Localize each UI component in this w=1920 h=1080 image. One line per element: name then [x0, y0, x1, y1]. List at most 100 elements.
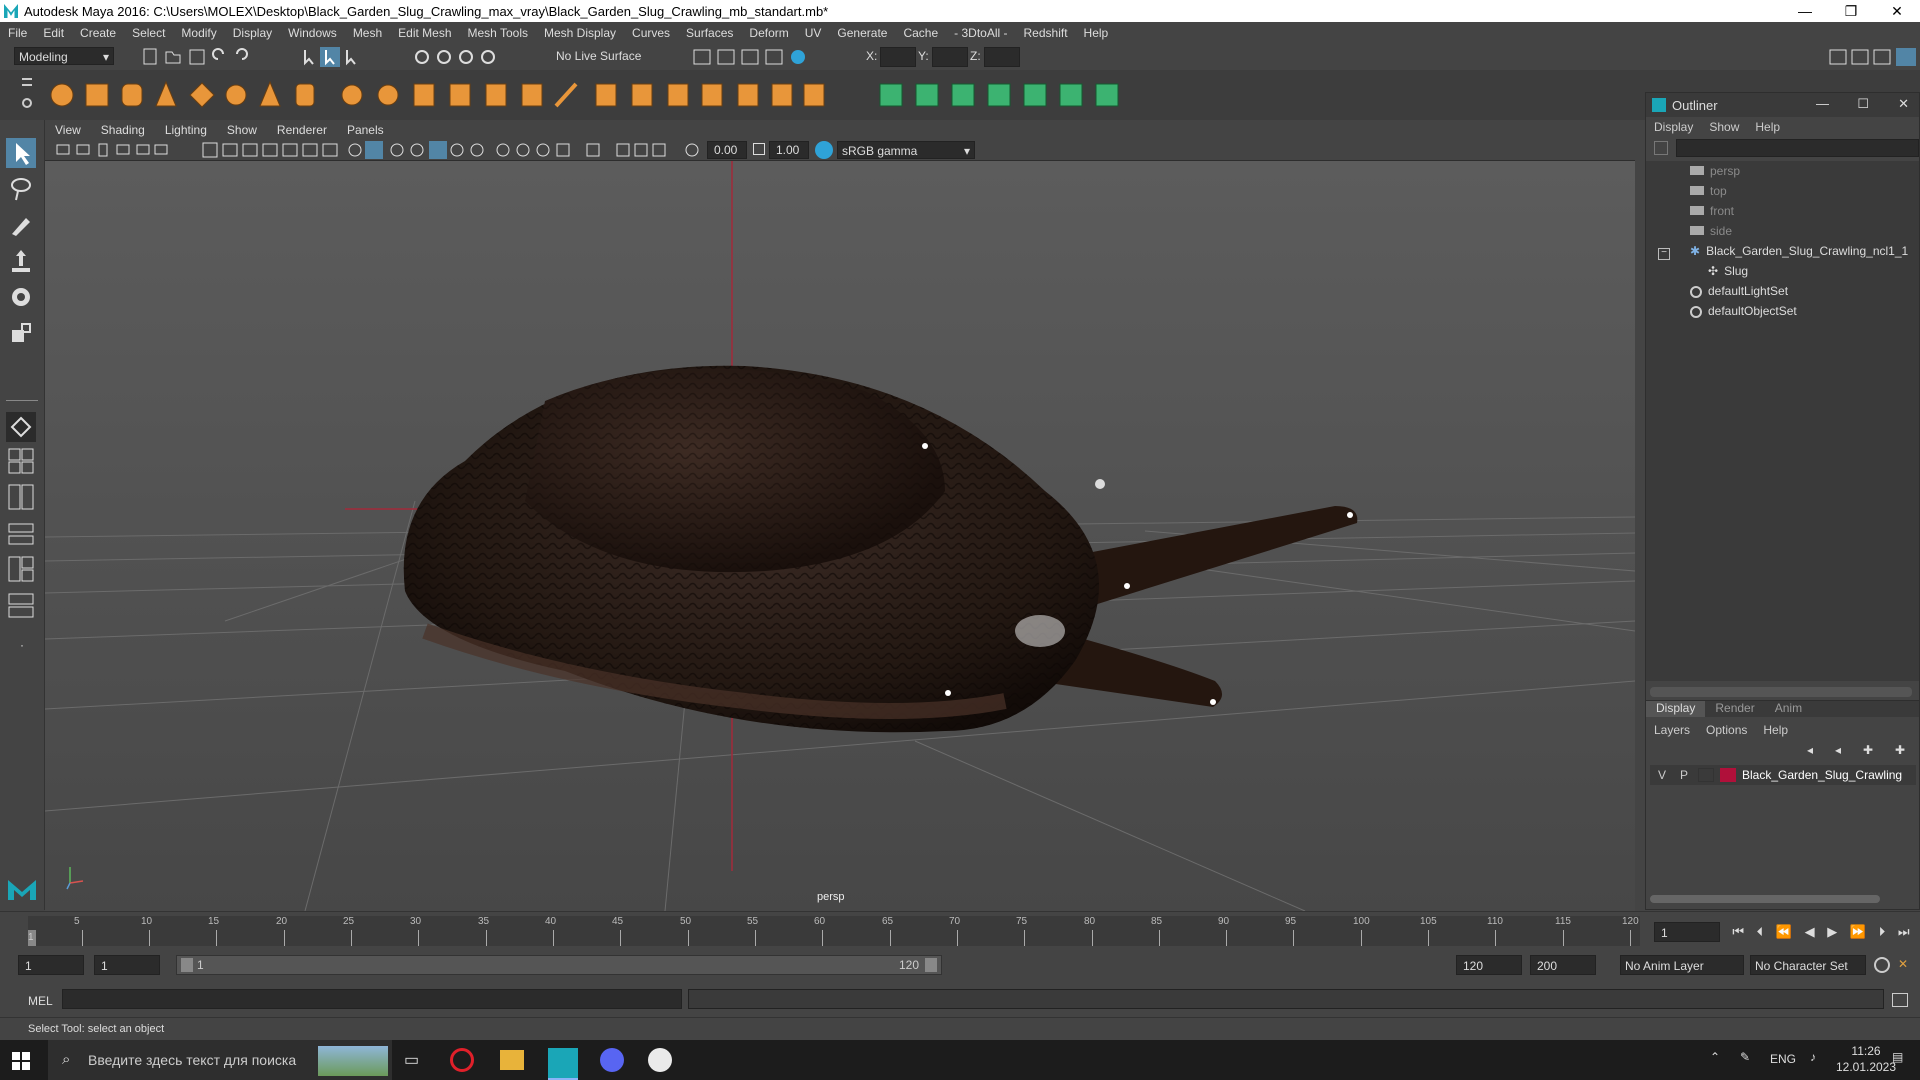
menu-select[interactable]: Select	[124, 26, 173, 40]
outliner-scrollbar[interactable]	[1650, 687, 1912, 697]
chevron-up-icon[interactable]: ⌃	[1710, 1050, 1720, 1064]
command-language-label[interactable]: MEL	[28, 994, 53, 1008]
step-back-key-icon[interactable]: ⏪	[1776, 924, 1792, 940]
view-transform-select[interactable]: sRGB gamma ▾	[837, 141, 975, 159]
statusline-icons[interactable]	[140, 47, 540, 67]
playback-end-field[interactable]: 120	[1456, 955, 1522, 975]
outliner-close-button[interactable]: ✕	[1898, 96, 1909, 112]
menu-mesh-tools[interactable]: Mesh Tools	[460, 26, 536, 40]
scale-tool-button[interactable]	[6, 318, 36, 348]
new-layer-selected-icon[interactable]: ✚	[1895, 743, 1905, 759]
viewport-menu-shading[interactable]: Shading	[91, 123, 155, 137]
menu-cache[interactable]: Cache	[895, 26, 946, 40]
notifications-icon[interactable]: ▤	[1892, 1050, 1903, 1064]
script-editor-icon[interactable]	[1892, 993, 1908, 1007]
clock-time[interactable]: 11:26	[1836, 1044, 1896, 1058]
go-to-start-icon[interactable]: ⏮	[1732, 924, 1744, 940]
outliner-item-slug-group[interactable]: − ✱ Black_Garden_Slug_Crawling_ncl1_1	[1658, 241, 1908, 261]
single-perspective-layout-button[interactable]	[6, 412, 36, 442]
layer-menu-help[interactable]: Help	[1755, 723, 1796, 737]
four-view-layout-button[interactable]	[6, 446, 36, 476]
menu-file[interactable]: File	[0, 26, 35, 40]
collapse-icon[interactable]: −	[1658, 248, 1670, 260]
task-view-icon[interactable]: ▭	[404, 1050, 424, 1070]
panel-toggle-icons[interactable]	[1826, 47, 1920, 67]
animation-start-field[interactable]: 1	[18, 955, 84, 975]
menu-uv[interactable]: UV	[797, 26, 830, 40]
close-button[interactable]: ✕	[1874, 0, 1920, 22]
maya-app-icon[interactable]	[548, 1048, 578, 1080]
volume-icon[interactable]: ♪	[1810, 1050, 1816, 1064]
outliner-maximize-button[interactable]: ☐	[1857, 96, 1869, 112]
menu-curves[interactable]: Curves	[624, 26, 678, 40]
exposure-field[interactable]: 0.00	[707, 141, 747, 159]
outliner-item-persp[interactable]: persp	[1690, 161, 1740, 181]
menu-windows[interactable]: Windows	[280, 26, 345, 40]
live-surface-label[interactable]: No Live Surface	[556, 49, 641, 63]
time-slider[interactable]: 1 5 10 15 20 25 30 35 40 45 50 55 60 65 70 75 80 85 90 95 1…	[0, 911, 1920, 949]
restore-button[interactable]: ❐	[1828, 0, 1874, 22]
menu-mesh[interactable]: Mesh	[345, 26, 390, 40]
layer-menu-options[interactable]: Options	[1698, 723, 1755, 737]
viewport-menu-renderer[interactable]: Renderer	[267, 123, 337, 137]
viewport-menu-panels[interactable]: Panels	[337, 123, 394, 137]
range-bar[interactable]: 1 120	[176, 955, 942, 975]
outliner-search-input[interactable]	[1676, 139, 1919, 157]
menu-edit-mesh[interactable]: Edit Mesh	[390, 26, 459, 40]
viewport-menu-show[interactable]: Show	[217, 123, 267, 137]
outliner-item-top[interactable]: top	[1690, 181, 1727, 201]
rotate-tool-button[interactable]	[6, 282, 36, 312]
y-field[interactable]	[932, 47, 968, 67]
lasso-tool-button[interactable]	[6, 174, 36, 204]
step-forward-icon[interactable]: ⏵	[1879, 924, 1886, 940]
play-forwards-icon[interactable]: ▶	[1827, 924, 1837, 940]
play-backwards-icon[interactable]: ◀	[1805, 924, 1815, 940]
select-tool-button[interactable]	[6, 138, 36, 168]
playback-start-field[interactable]: 1	[94, 955, 160, 975]
anim-layer-select[interactable]: No Anim Layer	[1620, 955, 1744, 975]
tab-anim[interactable]: Anim	[1765, 701, 1812, 717]
opera-app-icon[interactable]	[450, 1048, 474, 1072]
windows-start-icon[interactable]	[12, 1052, 30, 1070]
step-forward-key-icon[interactable]: ⏩	[1850, 924, 1866, 940]
color-management-icon[interactable]	[815, 141, 833, 159]
two-view-layout-button[interactable]	[6, 482, 36, 512]
current-frame-field[interactable]: 1	[1654, 922, 1720, 942]
x-field[interactable]	[880, 47, 916, 67]
taskbar-search[interactable]: ⌕ Введите здесь текст для поиска	[48, 1040, 392, 1080]
layer-playback-toggle[interactable]: P	[1680, 768, 1688, 782]
layer-scrollbar[interactable]	[1650, 895, 1880, 903]
paint-select-tool-button[interactable]	[6, 210, 36, 240]
tab-display[interactable]: Display	[1646, 701, 1706, 717]
shelf-menu-icon[interactable]	[22, 78, 32, 86]
auto-key-icon[interactable]	[1874, 957, 1890, 973]
layer-display-type-toggle[interactable]	[1698, 768, 1714, 782]
outliner-layout-button[interactable]	[6, 518, 36, 548]
layer-row[interactable]: V P Black_Garden_Slug_Crawling	[1650, 765, 1916, 785]
go-to-end-icon[interactable]: ⏭	[1898, 924, 1910, 940]
menu-redshift[interactable]: Redshift	[1016, 26, 1076, 40]
animation-prefs-icon[interactable]: ✕	[1898, 957, 1914, 973]
new-layer-icon[interactable]: ✚	[1863, 743, 1873, 759]
hypershade-layout-button[interactable]	[6, 590, 36, 620]
menu-help[interactable]: Help	[1076, 26, 1117, 40]
file-explorer-icon[interactable]	[500, 1050, 524, 1070]
menu-display[interactable]: Display	[225, 26, 280, 40]
shelf-tools[interactable]	[44, 70, 1134, 120]
move-layer-down-icon[interactable]: ◂	[1835, 743, 1841, 759]
menu-create[interactable]: Create	[72, 26, 124, 40]
viewport-menu-view[interactable]: View	[45, 123, 91, 137]
language-indicator[interactable]: ENG	[1770, 1052, 1796, 1066]
outliner-item-side[interactable]: side	[1690, 221, 1732, 241]
paint-app-icon[interactable]	[648, 1048, 672, 1072]
graph-layout-button[interactable]	[6, 554, 36, 584]
layer-menu-layers[interactable]: Layers	[1646, 723, 1698, 737]
layer-name[interactable]: Black_Garden_Slug_Crawling	[1742, 768, 1902, 782]
minimize-button[interactable]: —	[1782, 0, 1828, 22]
menu-modify[interactable]: Modify	[173, 26, 224, 40]
menu-mesh-display[interactable]: Mesh Display	[536, 26, 624, 40]
outliner-item-slug[interactable]: ✣ Slug	[1708, 261, 1748, 281]
gamma-icon[interactable]	[753, 143, 765, 155]
outliner-item-default-light-set[interactable]: defaultLightSet	[1690, 281, 1788, 301]
gamma-field[interactable]: 1.00	[769, 141, 809, 159]
